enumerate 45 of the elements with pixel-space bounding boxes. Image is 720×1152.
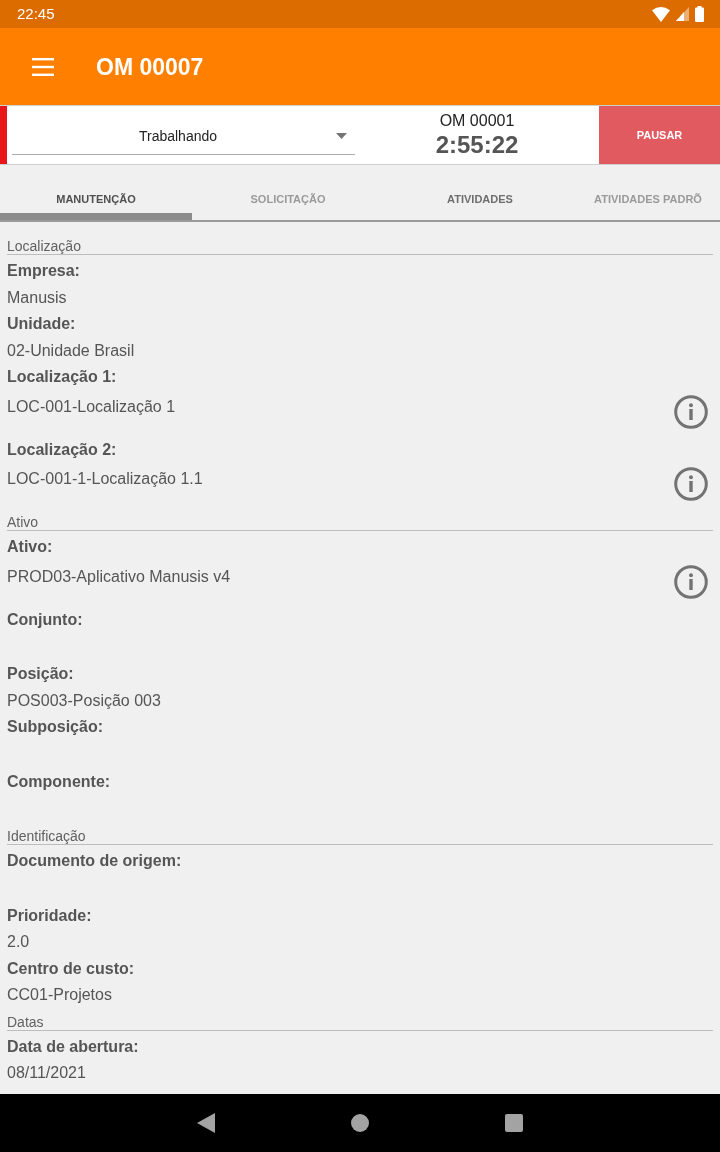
field-label: Data de abertura: xyxy=(7,1036,139,1057)
field-label: Prioridade: xyxy=(7,905,92,926)
field-label: Posição: xyxy=(7,664,74,684)
signal-icon xyxy=(676,7,689,21)
field-label: Subposição: xyxy=(7,717,103,737)
status-strip xyxy=(0,106,7,164)
field-value: 08/11/2021 xyxy=(7,1063,86,1083)
field-label: Centro de custo: xyxy=(7,958,135,979)
tab[interactable]: MANUTENÇÃO xyxy=(0,165,192,220)
section-title: Localização xyxy=(7,238,81,255)
field-label: Empresa: xyxy=(7,261,80,281)
timer-text: 2:55:22 xyxy=(435,131,519,159)
status-dropdown[interactable]: Trabalhando xyxy=(12,118,355,155)
field-value: Manusis xyxy=(7,287,67,308)
info-icon[interactable] xyxy=(674,394,708,429)
field-value: LOC-001-Localização 1 xyxy=(7,396,176,417)
field-label: Documento de origem: xyxy=(7,851,182,871)
caret-icon xyxy=(336,133,347,139)
menu-icon[interactable] xyxy=(32,57,54,76)
field-value: CC01-Projetos xyxy=(7,985,112,1005)
status-time: 22:45 xyxy=(17,5,55,23)
field-value: 2.0 xyxy=(7,932,30,952)
field-value: LOC-001-1-Localização 1.1 xyxy=(7,469,203,489)
field-value: PROD03-Aplicativo Manusis v4 xyxy=(7,566,231,587)
field-label: Conjunto: xyxy=(7,609,83,630)
info-icon[interactable] xyxy=(674,467,708,501)
field-label: Ativo: xyxy=(7,537,53,557)
app-title: OM 00007 xyxy=(96,52,204,81)
section-title: Identificação xyxy=(7,828,86,845)
battery-icon xyxy=(695,6,704,22)
field-value: 02-Unidade Brasil xyxy=(7,340,135,361)
tab[interactable]: ATIVIDADES xyxy=(384,165,576,220)
wifi-icon xyxy=(652,6,670,22)
section-title: Ativo xyxy=(7,514,39,531)
field-value: POS003-Posição 003 xyxy=(7,690,161,711)
field-label: Unidade: xyxy=(7,314,76,334)
field-label: Localização 1: xyxy=(7,367,117,387)
info-icon[interactable] xyxy=(674,564,708,599)
field-label: Componente: xyxy=(7,771,111,792)
section-title: Datas xyxy=(7,1013,44,1031)
field-label: Localização 2: xyxy=(7,439,117,460)
back-icon[interactable] xyxy=(197,1113,215,1133)
home-icon[interactable] xyxy=(351,1114,369,1132)
pause-button[interactable]: PAUSAR xyxy=(599,106,720,164)
order-number: OM 00001 xyxy=(439,111,515,131)
